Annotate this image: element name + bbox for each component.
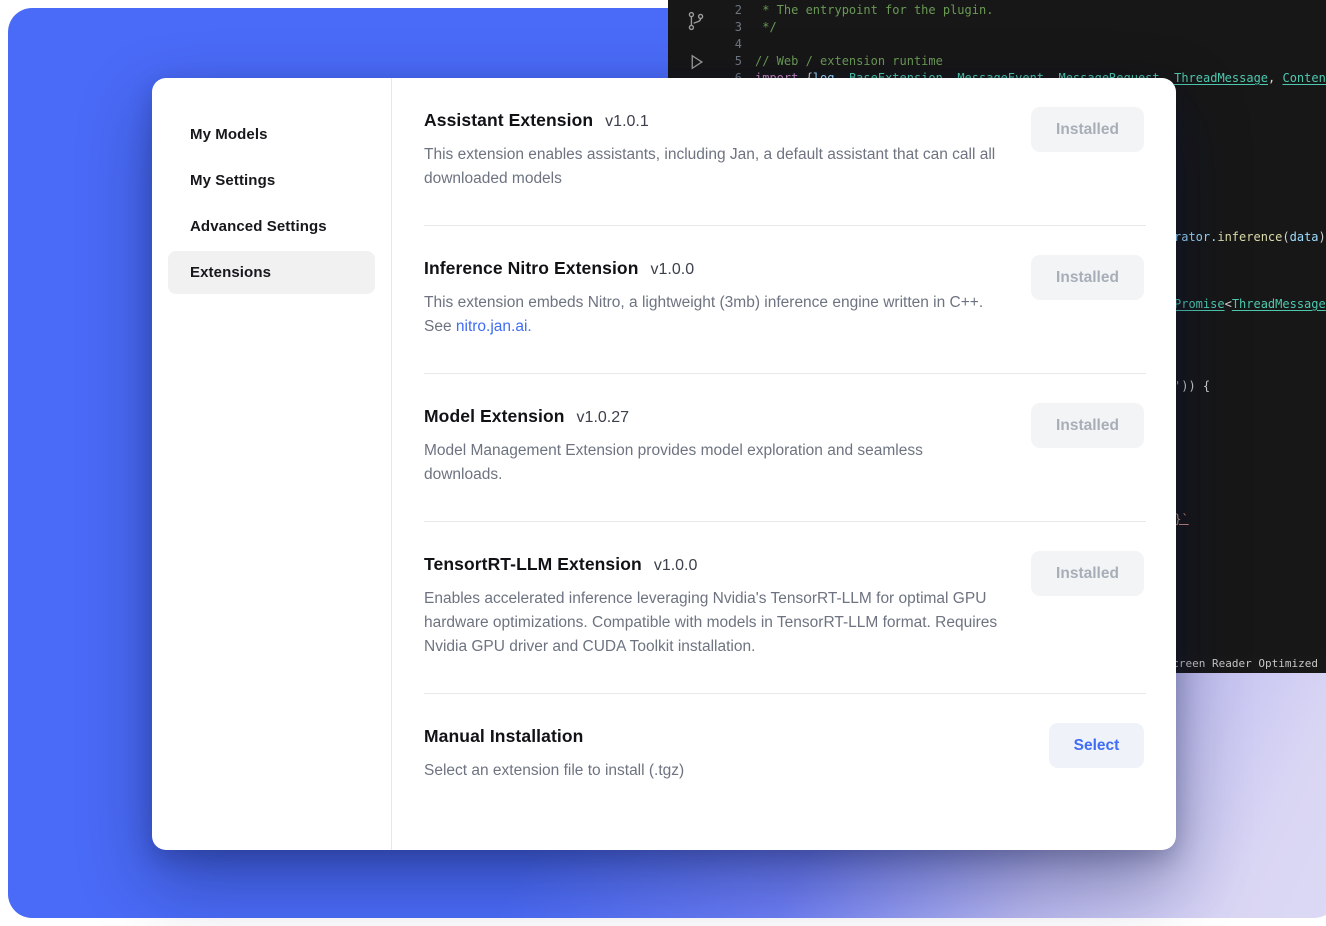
installed-button[interactable]: Installed bbox=[1031, 107, 1144, 152]
installed-button[interactable]: Installed bbox=[1031, 403, 1144, 448]
settings-modal: My Models My Settings Advanced Settings … bbox=[152, 78, 1176, 850]
manual-installation-description: Select an extension file to install (.tg… bbox=[424, 759, 1002, 783]
extension-description: This extension enables assistants, inclu… bbox=[424, 143, 1002, 191]
installed-button[interactable]: Installed bbox=[1031, 255, 1144, 300]
code-fragment: rator.inference(data)); bbox=[1174, 229, 1326, 245]
sidebar-item-my-models[interactable]: My Models bbox=[168, 113, 375, 156]
line-number: 4 bbox=[668, 36, 742, 53]
code-area: 2 * The entrypoint for the plugin. 3 */ … bbox=[668, 2, 1326, 87]
code-fragment: ')) { bbox=[1174, 378, 1210, 394]
line-number: 3 bbox=[668, 19, 742, 36]
code-line: 4 bbox=[668, 36, 1326, 53]
extension-description: Model Management Extension provides mode… bbox=[424, 439, 1002, 487]
extension-title: TensortRT-LLM Extension bbox=[424, 554, 642, 575]
extension-description: This extension embeds Nitro, a lightweig… bbox=[424, 291, 1002, 339]
extension-version: v1.0.0 bbox=[651, 261, 695, 279]
extension-title: Inference Nitro Extension bbox=[424, 258, 639, 279]
extensions-list: Assistant Extension v1.0.1 This extensio… bbox=[392, 78, 1176, 850]
extension-section-tensorrt: TensortRT-LLM Extension v1.0.0 Enables a… bbox=[424, 522, 1146, 694]
sidebar-item-extensions[interactable]: Extensions bbox=[168, 251, 375, 294]
nitro-jan-ai-link[interactable]: nitro.jan.ai. bbox=[456, 318, 532, 335]
code-line: 2 * The entrypoint for the plugin. bbox=[668, 2, 1326, 19]
extension-section-assistant: Assistant Extension v1.0.1 This extensio… bbox=[424, 78, 1146, 226]
installed-button[interactable]: Installed bbox=[1031, 551, 1144, 596]
extension-section-model: Model Extension v1.0.27 Model Management… bbox=[424, 374, 1146, 522]
code-fragment: Promise<ThreadMessage> bbox=[1174, 296, 1326, 312]
manual-installation-title: Manual Installation bbox=[424, 726, 583, 747]
sidebar-item-my-settings[interactable]: My Settings bbox=[168, 159, 375, 202]
extension-version: v1.0.1 bbox=[605, 113, 649, 131]
extension-description: Enables accelerated inference leveraging… bbox=[424, 587, 1002, 659]
extension-version: v1.0.0 bbox=[654, 557, 698, 575]
extension-title: Assistant Extension bbox=[424, 110, 593, 131]
line-number: 2 bbox=[668, 2, 742, 19]
desktop: 2 * The entrypoint for the plugin. 3 */ … bbox=[0, 0, 1326, 926]
extension-section-nitro: Inference Nitro Extension v1.0.0 This ex… bbox=[424, 226, 1146, 374]
code-line: 5 // Web / extension runtime bbox=[668, 53, 1326, 70]
screen-reader-optimized-badge[interactable]: Screen Reader Optimized bbox=[1157, 655, 1326, 673]
code-line: 3 */ bbox=[668, 19, 1326, 36]
select-file-button[interactable]: Select bbox=[1049, 723, 1144, 768]
sidebar-item-advanced-settings[interactable]: Advanced Settings bbox=[168, 205, 375, 248]
extension-version: v1.0.27 bbox=[577, 409, 629, 427]
settings-sidebar: My Models My Settings Advanced Settings … bbox=[152, 78, 392, 850]
manual-installation-section: Manual Installation Select an extension … bbox=[424, 694, 1146, 817]
line-number: 5 bbox=[668, 53, 742, 70]
extension-title: Model Extension bbox=[424, 406, 565, 427]
